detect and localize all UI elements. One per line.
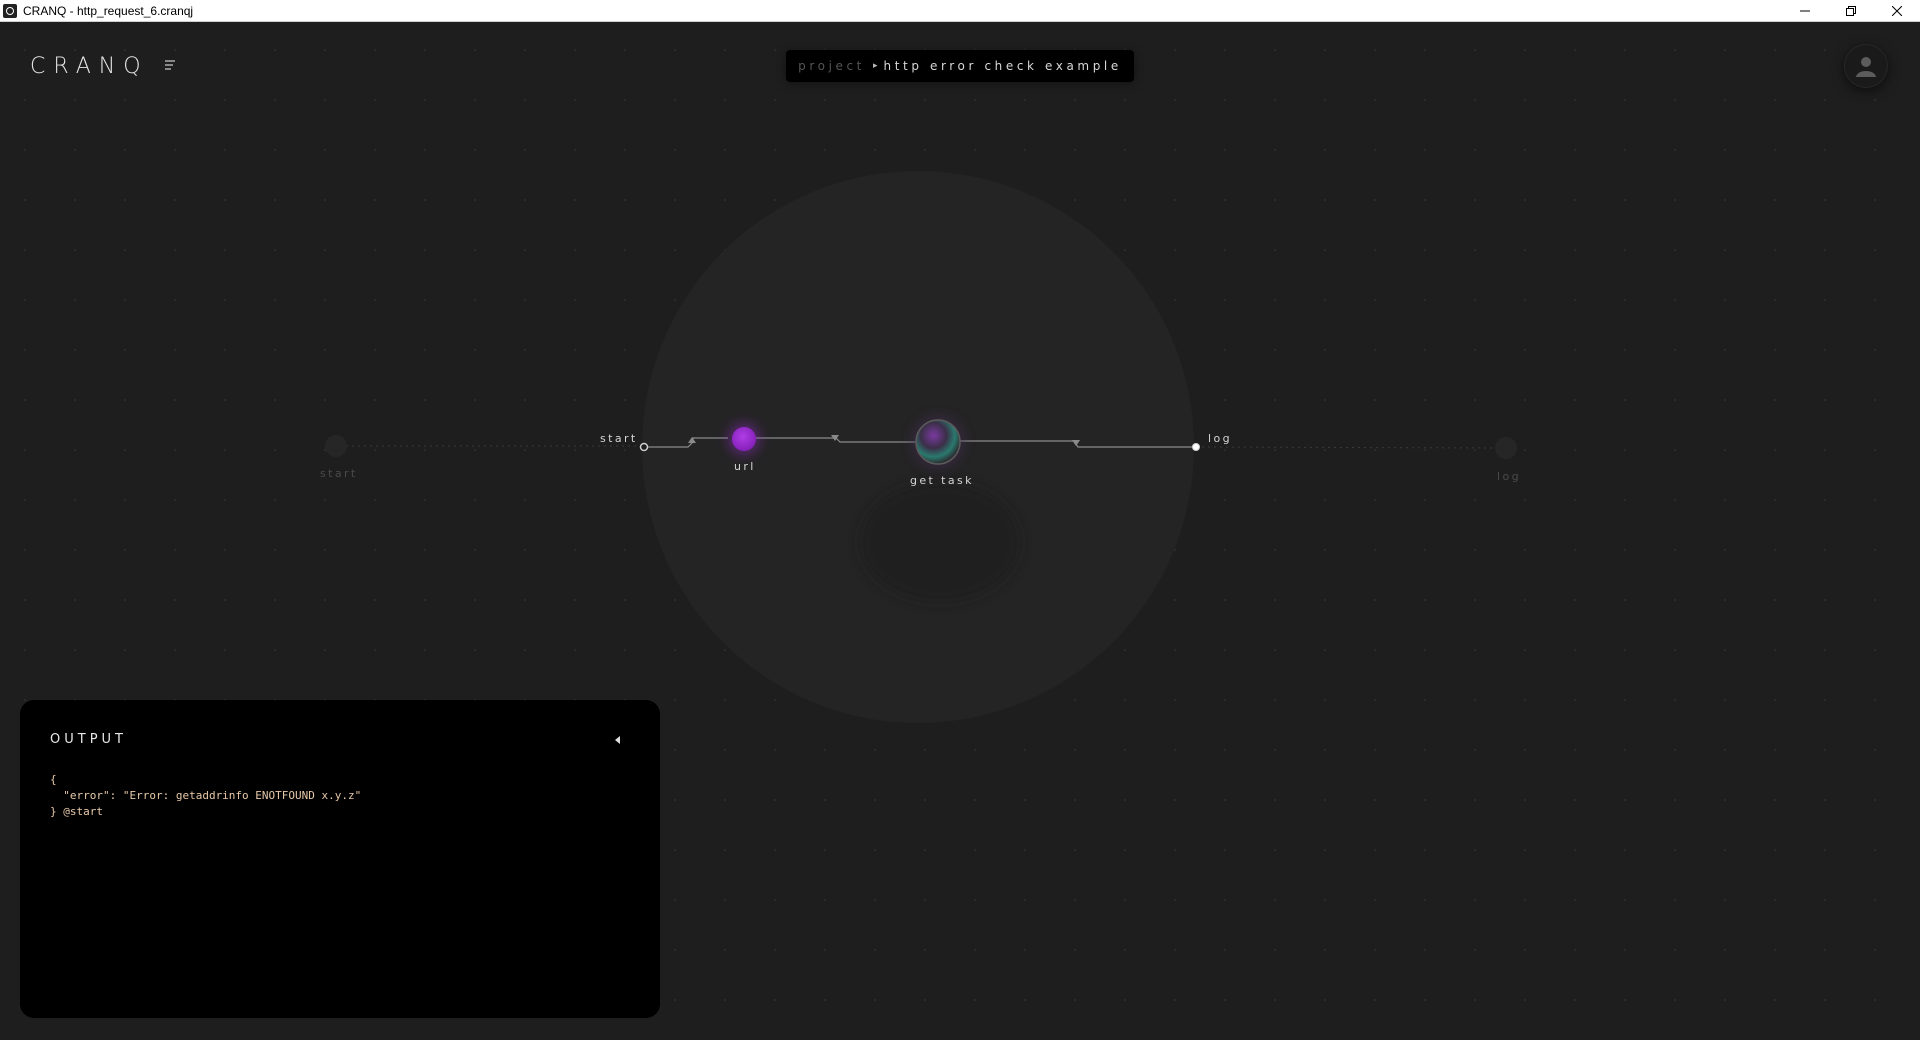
window-controls: [1782, 0, 1920, 22]
close-button[interactable]: [1874, 0, 1920, 21]
window-title-bar: CRANQ - http_request_6.cranqj: [0, 0, 1920, 22]
inner-start-label: start: [600, 432, 638, 445]
inner-start-port[interactable]: [639, 442, 649, 452]
output-log-text: { "error": "Error: getaddrinfo ENOTFOUND…: [50, 773, 362, 818]
inner-log-port[interactable]: [1192, 443, 1200, 451]
url-node-label: url: [734, 460, 756, 473]
workspace-canvas[interactable]: CRANQ project ▸ http error check example: [0, 22, 1920, 1040]
minimize-icon: [1800, 10, 1810, 11]
output-panel: OUTPUT { "error": "Error: getaddrinfo EN…: [20, 700, 660, 1018]
app-icon: [3, 3, 17, 18]
get-task-node-label: get task: [910, 474, 974, 487]
outer-start-label: start: [320, 467, 358, 480]
collapse-arrow-icon[interactable]: [612, 734, 624, 746]
output-panel-title: OUTPUT: [50, 732, 127, 747]
outer-log-node[interactable]: [1495, 437, 1517, 459]
close-icon: [1892, 5, 1902, 16]
outer-start-node[interactable]: [325, 435, 347, 457]
get-task-node[interactable]: [915, 419, 961, 465]
minimize-button[interactable]: [1782, 0, 1828, 21]
restore-icon: [1846, 5, 1856, 16]
inner-log-label: log: [1208, 432, 1232, 445]
restore-button[interactable]: [1828, 0, 1874, 21]
url-node[interactable]: [732, 427, 756, 451]
outer-log-label: log: [1497, 470, 1521, 483]
outer-connection-right: [1195, 446, 1501, 449]
window-title: CRANQ - http_request_6.cranqj: [23, 3, 194, 18]
